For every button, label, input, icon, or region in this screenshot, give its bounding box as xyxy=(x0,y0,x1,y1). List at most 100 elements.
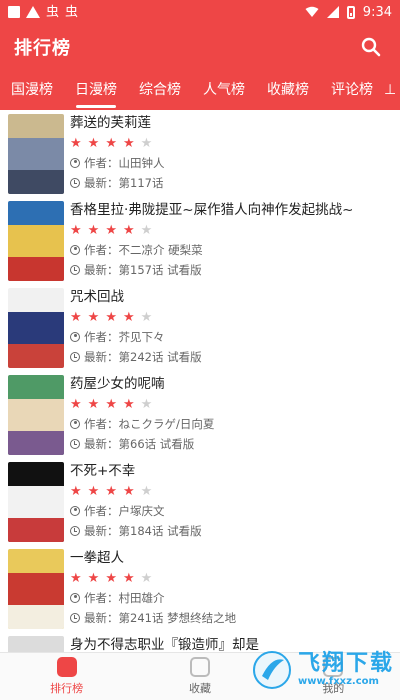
nav-favorite[interactable]: 收藏 xyxy=(133,653,266,700)
latest-label: 最新： xyxy=(84,611,119,625)
notif-glyph-1: 虫 xyxy=(46,4,60,20)
clock-icon xyxy=(70,439,80,449)
manga-cover[interactable] xyxy=(8,636,64,652)
nav-ranking[interactable]: 排行榜 xyxy=(0,653,133,700)
watermark-logo-icon xyxy=(252,651,291,689)
star-empty-icon: ★ xyxy=(140,136,153,151)
latest-row: 最新： 第117话 xyxy=(70,175,392,191)
status-bar: 虫 虫 9:34 xyxy=(0,0,400,24)
star-filled-icon: ★ xyxy=(87,571,100,586)
manga-title[interactable]: 葬送的芙莉莲 xyxy=(70,114,392,132)
list-item[interactable]: 葬送的芙莉莲 ★ ★ ★ ★ ★ 作者： 山田钟人 最新： 第117话 xyxy=(0,110,400,197)
list-item[interactable]: 不死+不幸 ★ ★ ★ ★ ★ 作者： 户塚庆文 最新： 第184话 试看版 xyxy=(0,458,400,545)
search-button[interactable] xyxy=(356,32,386,62)
app-bar: 排行榜 xyxy=(0,24,400,70)
star-filled-icon: ★ xyxy=(105,484,117,499)
manga-info: 葬送的芙莉莲 ★ ★ ★ ★ ★ 作者： 山田钟人 最新： 第117话 xyxy=(70,114,392,193)
star-filled-icon: ★ xyxy=(122,397,135,412)
ranking-icon xyxy=(56,657,77,677)
star-filled-icon: ★ xyxy=(122,136,135,151)
latest-chapter: 第117话 xyxy=(118,176,164,190)
square-icon xyxy=(8,6,20,18)
star-filled-icon: ★ xyxy=(105,571,117,586)
list-item[interactable]: 药屋少女的呢喃 ★ ★ ★ ★ ★ 作者： ねこクラゲ/日向夏 最新： 第66话 试看版 xyxy=(0,371,400,458)
star-filled-icon: ★ xyxy=(122,310,135,325)
author-label: 作者： xyxy=(84,243,119,257)
latest-label: 最新： xyxy=(84,437,119,451)
manga-cover[interactable] xyxy=(8,114,64,194)
tab-renqi[interactable]: 人气榜 xyxy=(192,70,256,110)
latest-label: 最新： xyxy=(84,350,119,364)
clock-icon xyxy=(70,352,80,362)
cover-art xyxy=(8,605,64,629)
manga-cover[interactable] xyxy=(8,288,64,368)
manga-cover[interactable] xyxy=(8,375,64,455)
tab-overflow[interactable]: ⊥ xyxy=(384,70,400,110)
signal-icon xyxy=(326,6,339,18)
star-filled-icon: ★ xyxy=(122,571,135,586)
latest-row: 最新： 第157话 试看版 xyxy=(70,262,392,278)
manga-cover[interactable] xyxy=(8,549,64,629)
latest-label: 最新： xyxy=(84,176,119,190)
manga-title[interactable]: 药屋少女的呢喃 xyxy=(70,375,392,393)
author-icon xyxy=(70,419,80,429)
manga-ranking-list[interactable]: 葬送的芙莉莲 ★ ★ ★ ★ ★ 作者： 山田钟人 最新： 第117话 香格里拉·弗陇提亚~屎作猎人… xyxy=(0,110,400,652)
star-filled-icon: ★ xyxy=(87,310,100,325)
star-filled-icon: ★ xyxy=(70,571,82,586)
rating-stars: ★ ★ ★ ★ ★ xyxy=(70,572,392,586)
manga-cover[interactable] xyxy=(8,462,64,542)
clock-icon xyxy=(70,178,80,188)
manga-info: 一拳超人 ★ ★ ★ ★ ★ 作者： 村田雄介 最新： 第241话 梦想终结之地 xyxy=(70,549,392,628)
rating-stars: ★ ★ ★ ★ ★ xyxy=(70,137,392,151)
clock-icon xyxy=(70,613,80,623)
favorite-icon xyxy=(189,657,210,677)
status-left: 虫 虫 xyxy=(8,6,78,19)
author-row: 作者： ねこクラゲ/日向夏 xyxy=(70,416,392,432)
status-time: 9:34 xyxy=(362,4,392,20)
manga-title[interactable]: 香格里拉·弗陇提亚~屎作猎人向神作发起挑战~ xyxy=(70,201,392,219)
star-empty-icon: ★ xyxy=(140,571,153,586)
latest-chapter: 第242话 试看版 xyxy=(118,350,202,364)
author-name: ねこクラゲ/日向夏 xyxy=(118,417,215,431)
cover-art xyxy=(8,344,64,368)
status-right: 9:34 xyxy=(305,5,392,20)
manga-title[interactable]: 一拳超人 xyxy=(70,549,392,567)
cover-art xyxy=(8,431,64,455)
tab-guoman[interactable]: 国漫榜 xyxy=(0,70,64,110)
manga-cover[interactable] xyxy=(8,201,64,281)
latest-label: 最新： xyxy=(84,263,119,277)
cover-art xyxy=(8,257,64,281)
manga-title[interactable]: 咒术回战 xyxy=(70,288,392,306)
list-item[interactable]: 香格里拉·弗陇提亚~屎作猎人向神作发起挑战~ ★ ★ ★ ★ ★ 作者： 不二凉介 硬梨菜 最新… xyxy=(0,197,400,284)
tab-shoucang[interactable]: 收藏榜 xyxy=(256,70,320,110)
nav-ranking-label: 排行榜 xyxy=(50,682,84,695)
cover-art xyxy=(8,312,64,344)
cover-art xyxy=(8,573,64,605)
latest-row: 最新： 第242话 试看版 xyxy=(70,349,392,365)
list-item[interactable]: 一拳超人 ★ ★ ★ ★ ★ 作者： 村田雄介 最新： 第241话 梦想终结之地 xyxy=(0,545,400,632)
latest-chapter: 第184话 试看版 xyxy=(118,524,202,538)
star-filled-icon: ★ xyxy=(87,484,100,499)
star-filled-icon: ★ xyxy=(70,310,82,325)
notif-glyph-2: 虫 xyxy=(65,4,79,20)
author-row: 作者： 芥见下々 xyxy=(70,329,392,345)
latest-label: 最新： xyxy=(84,524,119,538)
author-row: 作者： 户塚庆文 xyxy=(70,503,392,519)
manga-title[interactable]: 不死+不幸 xyxy=(70,462,392,480)
tab-riman[interactable]: 日漫榜 xyxy=(64,70,128,110)
star-empty-icon: ★ xyxy=(140,484,153,499)
list-item[interactable]: 咒术回战 ★ ★ ★ ★ ★ 作者： 芥见下々 最新： 第242话 试看版 xyxy=(0,284,400,371)
tab-pinglun[interactable]: 评论榜 xyxy=(320,70,384,110)
author-icon xyxy=(70,245,80,255)
wifi-icon xyxy=(305,6,319,17)
manga-info: 不死+不幸 ★ ★ ★ ★ ★ 作者： 户塚庆文 最新： 第184话 试看版 xyxy=(70,462,392,541)
star-filled-icon: ★ xyxy=(105,310,117,325)
star-empty-icon: ★ xyxy=(140,397,153,412)
cover-art xyxy=(8,170,64,194)
author-name: 不二凉介 硬梨菜 xyxy=(118,243,203,257)
latest-chapter: 第157话 试看版 xyxy=(118,263,202,277)
tab-zonghe[interactable]: 综合榜 xyxy=(128,70,192,110)
star-filled-icon: ★ xyxy=(105,223,117,238)
watermark-text: 飞翔下载 www.fxxz.com xyxy=(298,653,394,687)
latest-row: 最新： 第184话 试看版 xyxy=(70,523,392,539)
